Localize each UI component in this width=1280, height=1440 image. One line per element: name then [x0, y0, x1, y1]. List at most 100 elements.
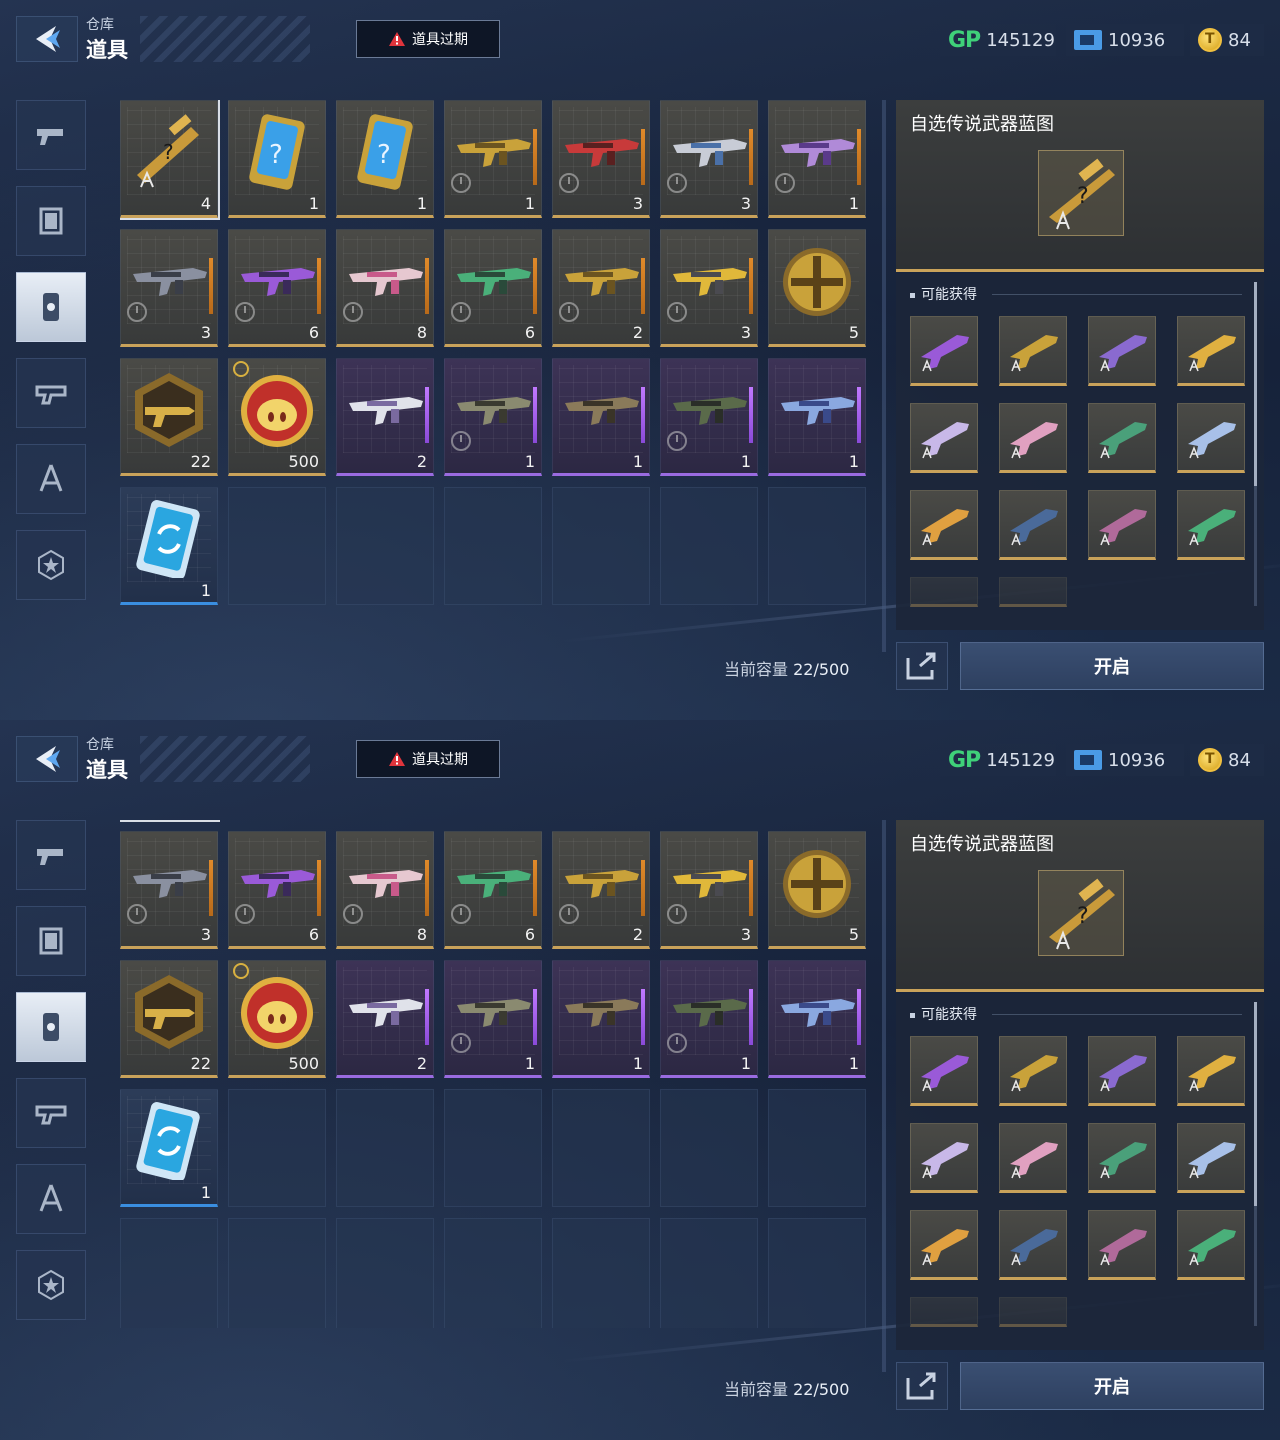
- reward-blueprint-camo-blue[interactable]: [999, 1210, 1067, 1280]
- reward-blueprint-gold-yellow[interactable]: [1177, 1036, 1245, 1106]
- inventory-slot-refresh-card[interactable]: 1: [120, 1089, 218, 1207]
- inventory-slot-blueprint[interactable]: ? 4: [120, 100, 220, 220]
- expired-items-button[interactable]: 道具过期: [356, 20, 500, 58]
- reward-blueprint-silver-purple[interactable]: [910, 403, 978, 473]
- reward-blueprint-partial[interactable]: [910, 1297, 978, 1327]
- reward-blueprint-purple[interactable]: [910, 316, 978, 386]
- inventory-slot-mystery-card[interactable]: ? 1: [228, 100, 326, 218]
- back-button[interactable]: [16, 736, 78, 782]
- inventory-slot-gold-medal[interactable]: 5: [768, 229, 866, 347]
- reward-blueprint-green[interactable]: [1177, 490, 1245, 560]
- inventory-slot-pig-coin[interactable]: 500: [228, 358, 326, 476]
- tab-weapons[interactable]: [16, 100, 86, 170]
- tab-frames[interactable]: [16, 906, 86, 976]
- reward-blueprint-silver-blue[interactable]: [1177, 1123, 1245, 1193]
- inventory-slot-refresh-card[interactable]: 1: [120, 487, 218, 605]
- reward-blueprint-camo-blue[interactable]: [999, 490, 1067, 560]
- inventory-slot-gun-blue[interactable]: 1: [768, 358, 866, 476]
- inventory-slot-empty: [660, 487, 758, 605]
- tab-frames[interactable]: [16, 186, 86, 256]
- share-button[interactable]: [896, 642, 948, 690]
- inventory-slot-gun-pink[interactable]: 8: [336, 831, 434, 949]
- inventory-slot-gun-blue[interactable]: 1: [768, 960, 866, 1078]
- inventory-slot-gun-green[interactable]: 6: [444, 229, 542, 347]
- inventory-slot-gun-white[interactable]: 2: [336, 358, 434, 476]
- inventory-slot-gun-gold[interactable]: 2: [552, 831, 650, 949]
- expired-items-button[interactable]: 道具过期: [356, 740, 500, 778]
- reward-blueprint-gold-dark[interactable]: [999, 316, 1067, 386]
- inventory-slot-gun-violet[interactable]: 6: [228, 831, 326, 949]
- possible-rewards-label: 可能获得: [910, 284, 977, 304]
- blueprint-weapon-icon: [1188, 422, 1236, 459]
- reward-scroll-thumb[interactable]: [1254, 1002, 1257, 1206]
- inventory-slot-gun-gold[interactable]: 1: [444, 100, 542, 218]
- reward-scroll-thumb[interactable]: [1254, 282, 1257, 486]
- inventory-slot-gold-medal[interactable]: 5: [768, 831, 866, 949]
- inventory-slot-gun-red[interactable]: 3: [552, 100, 650, 218]
- inventory-slot-gun-dark[interactable]: 3: [120, 831, 218, 949]
- tab-items[interactable]: [16, 272, 86, 342]
- inventory-slot-gun-olive[interactable]: 1: [660, 358, 758, 476]
- reward-blueprint-gold-orange[interactable]: [910, 1210, 978, 1280]
- inventory-slot-weapon-badge[interactable]: 22: [120, 358, 218, 476]
- reward-blueprint-violet[interactable]: [1088, 1036, 1156, 1106]
- inventory-slot-gun-yellow[interactable]: 3: [660, 229, 758, 347]
- reward-blueprint-purple[interactable]: [910, 1036, 978, 1106]
- clock-icon: [127, 904, 147, 924]
- reward-blueprint-gold-dark[interactable]: [999, 1036, 1067, 1106]
- reward-blueprint-dark-pink[interactable]: [1088, 1210, 1156, 1280]
- inventory-slot-gun-white[interactable]: 2: [336, 960, 434, 1078]
- reward-blueprint-silver-purple[interactable]: [910, 1123, 978, 1193]
- inventory-slot-gun-camo[interactable]: 1: [444, 358, 542, 476]
- reward-blueprint-violet[interactable]: [1088, 316, 1156, 386]
- inventory-slot-gun-violet[interactable]: 6: [228, 229, 326, 347]
- inventory-slot-gun-silver[interactable]: 3: [660, 100, 758, 218]
- inventory-slot-pig-coin[interactable]: 500: [228, 960, 326, 1078]
- inventory-slot-gun-brown[interactable]: 1: [552, 358, 650, 476]
- inventory-slot-empty: [228, 1089, 326, 1207]
- inventory-slot-gun-yellow[interactable]: 3: [660, 831, 758, 949]
- inventory-slot-gun-dark[interactable]: 3: [120, 229, 218, 347]
- item-quantity: 6: [308, 925, 319, 944]
- inventory-slot-gun-gold[interactable]: 2: [552, 229, 650, 347]
- reward-blueprint-green-red[interactable]: [1088, 403, 1156, 473]
- tab-parts[interactable]: [16, 358, 86, 428]
- reward-blueprint-silver-blue[interactable]: [1177, 403, 1245, 473]
- open-button[interactable]: 开启: [960, 1362, 1264, 1410]
- tab-blueprints[interactable]: [16, 1164, 86, 1234]
- tab-badges[interactable]: [16, 530, 86, 600]
- rarity-bar: [641, 860, 645, 916]
- clock-icon: [775, 173, 795, 193]
- open-button[interactable]: 开启: [960, 642, 1264, 690]
- reward-blueprint-pink[interactable]: [999, 403, 1067, 473]
- share-button[interactable]: [896, 1362, 948, 1410]
- inventory-slot-gun-pink[interactable]: 8: [336, 229, 434, 347]
- inventory-slot-gun-green[interactable]: 6: [444, 831, 542, 949]
- inventory-slot-weapon-badge[interactable]: 22: [120, 960, 218, 1078]
- reward-blueprint-dark-pink[interactable]: [1088, 490, 1156, 560]
- inventory-slot-gun-brown[interactable]: 1: [552, 960, 650, 1078]
- mystery-card-icon: ?: [357, 114, 413, 190]
- tab-items[interactable]: [16, 992, 86, 1062]
- reward-blueprint-gold-yellow[interactable]: [1177, 316, 1245, 386]
- tab-parts[interactable]: [16, 1078, 86, 1148]
- reward-blueprint-green-red[interactable]: [1088, 1123, 1156, 1193]
- inventory-grid-scrolled: ? 4 ?1 ?1 1 3 3 1 3 6 8 6: [120, 820, 868, 1328]
- tab-badges[interactable]: [16, 1250, 86, 1320]
- clock-icon: [667, 173, 687, 193]
- clock-icon: [127, 302, 147, 322]
- inventory-slot-gun-olive[interactable]: 1: [660, 960, 758, 1078]
- reward-blueprint-partial[interactable]: [999, 577, 1067, 607]
- back-button[interactable]: [16, 16, 78, 62]
- inventory-slot-gun-camo[interactable]: 1: [444, 960, 542, 1078]
- reward-blueprint-partial[interactable]: [910, 577, 978, 607]
- inventory-slot-gun-purple[interactable]: 1: [768, 100, 866, 218]
- reward-blueprint-partial[interactable]: [999, 1297, 1067, 1327]
- tab-blueprints[interactable]: [16, 444, 86, 514]
- reward-blueprint-green[interactable]: [1177, 1210, 1245, 1280]
- item-quantity: 2: [416, 452, 427, 471]
- reward-blueprint-gold-orange[interactable]: [910, 490, 978, 560]
- reward-blueprint-pink[interactable]: [999, 1123, 1067, 1193]
- tab-weapons[interactable]: [16, 820, 86, 890]
- inventory-slot-mystery-card[interactable]: ? 1: [336, 100, 434, 218]
